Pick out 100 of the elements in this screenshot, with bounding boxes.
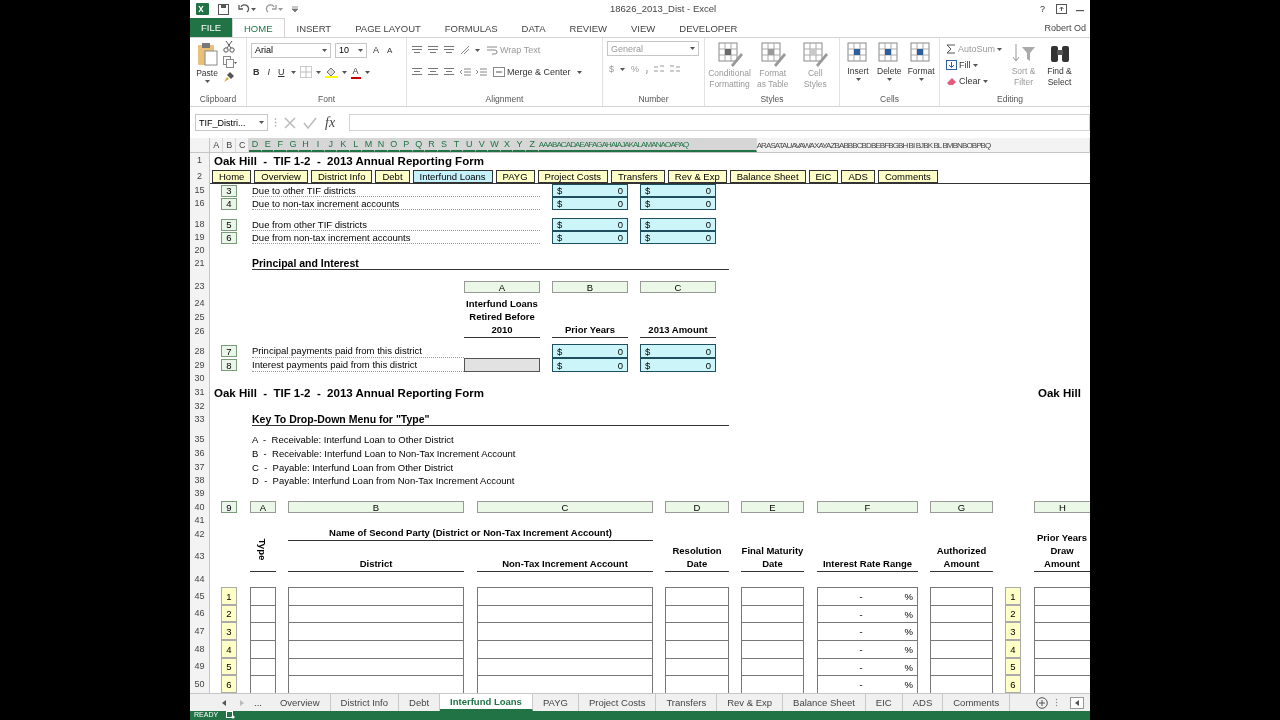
amount-field[interactable]: $ 0 [640, 184, 716, 197]
column-header[interactable]: A [210, 138, 223, 152]
row-header[interactable]: 50 [190, 675, 210, 693]
input-field[interactable] [477, 587, 653, 605]
input-field[interactable] [288, 658, 464, 675]
row-header[interactable]: 43 [190, 541, 210, 572]
nav-button[interactable]: ADS [841, 169, 875, 183]
nav-button[interactable]: Overview [254, 169, 308, 183]
italic-button[interactable]: I [265, 64, 272, 80]
rate-field[interactable]: - % [817, 622, 918, 640]
row-header[interactable]: 2 [190, 168, 210, 184]
row-header[interactable]: 25 [190, 311, 210, 324]
input-field[interactable] [665, 675, 729, 693]
row-header[interactable]: 29 [190, 358, 210, 372]
ribbon-display-icon[interactable] [1056, 4, 1067, 14]
cells-button[interactable]: Delete [875, 41, 904, 81]
amount-field[interactable]: $ 0 [640, 218, 716, 231]
input-field[interactable] [930, 622, 993, 640]
formula-field[interactable] [349, 114, 1090, 131]
input-field[interactable] [741, 605, 804, 622]
row-header[interactable]: 33 [190, 412, 210, 426]
rate-field[interactable]: - % [817, 640, 918, 658]
copy-icon[interactable] [223, 56, 237, 68]
input-field[interactable] [477, 658, 653, 675]
row-header[interactable]: 21 [190, 257, 210, 270]
row-header[interactable]: 28 [190, 344, 210, 358]
input-field[interactable] [665, 640, 729, 658]
amount-field[interactable]: $ 0 [640, 231, 716, 244]
row-header[interactable]: 49 [190, 658, 210, 675]
row-header[interactable]: 35 [190, 432, 210, 447]
column-header[interactable]: Y [513, 138, 527, 152]
rate-field[interactable]: - % [817, 658, 918, 675]
font-size-field[interactable]: 10 [335, 42, 367, 58]
input-field[interactable] [665, 587, 729, 605]
column-header[interactable]: M [362, 138, 375, 152]
excel-logo-icon[interactable] [196, 3, 209, 15]
column-header[interactable]: U [463, 138, 476, 152]
input-field[interactable] [1034, 605, 1090, 622]
customize-icon[interactable] [292, 6, 298, 12]
row-header[interactable]: 37 [190, 460, 210, 474]
input-field[interactable] [930, 658, 993, 675]
user-name[interactable]: Robert Od [1044, 22, 1090, 33]
nav-button[interactable]: Transfers [611, 169, 665, 183]
decrease-indent-icon[interactable] [459, 67, 471, 77]
input-field[interactable] [288, 622, 464, 640]
column-header[interactable]: ARASATAUAVAWAXAYAZBABBBCBDBEBFBGBH BI BJBK BL BMBNBOBPBQ [756, 138, 1090, 152]
row-header[interactable]: 36 [190, 447, 210, 460]
ribbon-tab[interactable]: VIEW [619, 18, 668, 37]
input-field[interactable] [665, 605, 729, 622]
table-icon[interactable] [846, 41, 870, 65]
amount-field[interactable]: $ 0 [552, 344, 628, 358]
nav-button[interactable]: Debt [375, 169, 410, 183]
sheet-tab[interactable]: Interfund Loans [440, 694, 533, 711]
amount-field[interactable]: $ 0 [640, 358, 716, 372]
nav-button[interactable]: Home [212, 169, 252, 183]
input-field[interactable] [1034, 640, 1090, 658]
rate-field[interactable]: - % [817, 605, 918, 622]
brush-icon[interactable] [223, 71, 235, 83]
more-sheets-button[interactable]: ... [246, 694, 270, 711]
input-field[interactable] [477, 675, 653, 693]
input-field[interactable] [477, 605, 653, 622]
input-field[interactable] [930, 640, 993, 658]
row-header[interactable]: 24 [190, 296, 210, 311]
scroll-left-icon[interactable] [1070, 696, 1084, 709]
input-field[interactable] [288, 605, 464, 622]
scroll-left-icon[interactable] [220, 698, 228, 707]
bold-button[interactable]: B [251, 64, 262, 80]
row-header[interactable]: 20 [190, 244, 210, 257]
amount-field[interactable]: $ 0 [552, 358, 628, 372]
cells-button[interactable]: Insert [844, 41, 872, 81]
redo-icon[interactable] [265, 4, 283, 14]
font-color-button[interactable]: A [350, 65, 361, 79]
fill-color-icon[interactable] [324, 66, 338, 78]
input-field[interactable] [665, 658, 729, 675]
rate-field[interactable]: - % [817, 587, 918, 605]
input-field[interactable] [1034, 658, 1090, 675]
nav-button[interactable]: PAYG [495, 169, 535, 183]
column-header[interactable]: R [425, 138, 438, 152]
row-header[interactable]: 44 [190, 572, 210, 587]
input-field[interactable] [250, 605, 276, 622]
input-field[interactable] [665, 622, 729, 640]
input-field[interactable] [741, 640, 804, 658]
nav-button[interactable]: Balance Sheet [729, 169, 806, 183]
input-field[interactable] [288, 587, 464, 605]
row-header[interactable]: 26 [190, 324, 210, 338]
shrink-font-button[interactable]: A [385, 42, 395, 58]
row-header[interactable]: 18 [190, 218, 210, 231]
input-field[interactable] [250, 658, 276, 675]
input-field[interactable] [1034, 622, 1090, 640]
row-header[interactable]: 42 [190, 527, 210, 541]
row-header[interactable]: 30 [190, 372, 210, 385]
nav-button[interactable]: Interfund Loans [412, 169, 493, 183]
ribbon-tab[interactable]: REVIEW [557, 18, 620, 37]
row-header[interactable]: 23 [190, 277, 210, 296]
ribbon-tab[interactable]: INSERT [284, 18, 344, 37]
ribbon-tab[interactable]: PAGE LAYOUT [343, 18, 433, 37]
input-field[interactable] [1034, 587, 1090, 605]
macro-record-icon[interactable] [226, 711, 236, 719]
amount-field[interactable]: $ 0 [640, 197, 716, 210]
editing-button[interactable]: Clear [944, 73, 1005, 89]
